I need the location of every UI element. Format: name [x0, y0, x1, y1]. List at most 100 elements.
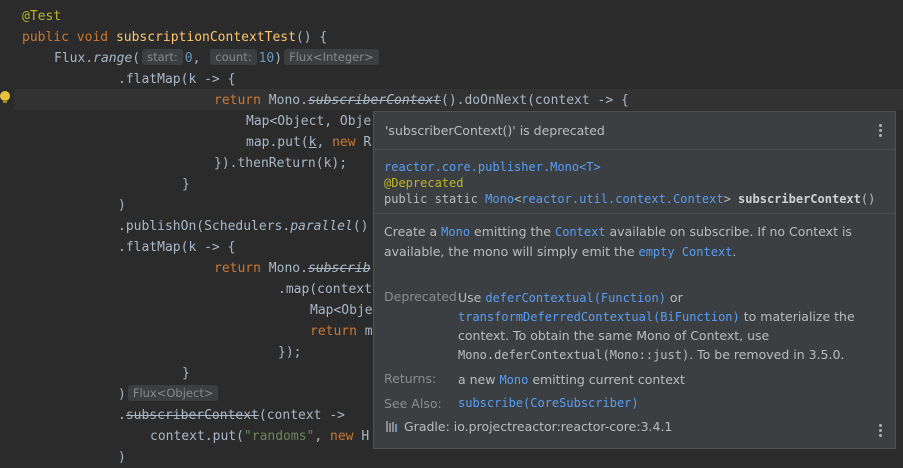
- documentation-popup[interactable]: 'subscriberContext()' is deprecated reac…: [373, 111, 896, 449]
- deprecated-method[interactable]: subscriberContext: [126, 408, 259, 423]
- code-line-22[interactable]: ): [118, 447, 126, 468]
- code-text: ): [274, 51, 283, 66]
- code-line-4[interactable]: .flatMap(k -> {: [118, 69, 235, 90]
- code-text: Flux.: [54, 51, 94, 66]
- desc-mono-link[interactable]: Mono: [441, 225, 470, 239]
- gradle-text: Gradle: io.projectreactor:reactor-core:3…: [404, 419, 673, 434]
- deprecated-line-4: Mono.deferContextual(Mono::just). To be …: [458, 345, 844, 365]
- signature-annotation: @Deprecated: [384, 176, 464, 190]
- code-line-19[interactable]: ) Flux<Object>: [118, 384, 220, 405]
- code-line-13[interactable]: return Mono.subscrib: [214, 258, 371, 279]
- method-range: range: [93, 51, 133, 66]
- returns-label: Returns:: [384, 371, 437, 386]
- code-text: }).thenReturn(k);: [214, 156, 348, 171]
- code-text: map.put(: [246, 135, 309, 150]
- signature-mono-link[interactable]: Mono: [485, 192, 514, 206]
- method-parallel: parallel: [290, 219, 353, 234]
- code-text: Map<Obje: [310, 303, 373, 318]
- code-text: context.put(: [150, 429, 244, 444]
- code-text: H: [353, 429, 370, 444]
- code-text: .: [118, 408, 126, 423]
- code-text: (): [352, 219, 369, 234]
- deprecated-method[interactable]: subscriberContext: [308, 93, 441, 108]
- code-text: ().doOnNext(context -> {: [441, 93, 629, 108]
- lightbulb-icon[interactable]: [0, 91, 10, 103]
- signature-bracket: >: [723, 192, 731, 206]
- popup-title: 'subscriberContext()' is deprecated: [385, 123, 605, 138]
- signature-prefix: public static: [384, 192, 486, 206]
- method-name: subscriptionContextTest: [115, 30, 296, 45]
- code-line-3[interactable]: Flux.range(start: 0, count: 10) Flux<Intege…: [54, 48, 381, 69]
- deprecated-line-2: transformDeferredContextual(BiFunction) …: [458, 307, 855, 327]
- keyword-return: return: [214, 261, 261, 276]
- param-hint-start: start:: [142, 49, 183, 65]
- code-text: ): [118, 450, 126, 465]
- code-text: }: [182, 366, 190, 381]
- code-text: ,: [316, 135, 333, 150]
- code-line-1[interactable]: @Test: [22, 6, 61, 27]
- code-line-14[interactable]: .map(context: [278, 279, 372, 300]
- signature-suffix: (): [860, 192, 876, 206]
- transform-deferred-contextual-link[interactable]: transformDeferredContextual(BiFunction): [458, 310, 740, 324]
- desc-text: Create a: [384, 224, 442, 239]
- more-vertical-icon[interactable]: [879, 424, 883, 438]
- returns-text: a new: [458, 372, 500, 387]
- code-text: });: [278, 345, 302, 360]
- code-line-12[interactable]: .flatMap(k -> {: [118, 237, 235, 258]
- code-line-6[interactable]: Map<Object, Obje: [246, 111, 371, 132]
- desc-empty-context-link[interactable]: empty Context: [638, 245, 732, 259]
- code-text: ): [118, 387, 126, 402]
- deprecated-method[interactable]: subscrib: [308, 261, 371, 276]
- method-signature: reactor.core.publisher.Mono<T> @Deprecat…: [374, 150, 895, 214]
- code-line-18[interactable]: }: [182, 363, 190, 384]
- code-line-10[interactable]: ): [118, 195, 126, 216]
- type-hint: Flux<Integer>: [284, 49, 379, 65]
- returns-text: emitting current context: [528, 372, 685, 387]
- code-line-11[interactable]: .publishOn(Schedulers.parallel(): [118, 216, 368, 237]
- code-text: .publishOn(Schedulers.: [118, 219, 291, 234]
- keyword-return: return: [310, 324, 357, 339]
- returns-mono-link[interactable]: Mono: [499, 373, 528, 387]
- popup-header: 'subscriberContext()' is deprecated: [374, 112, 895, 150]
- code-text: .flatMap(k -> {: [118, 240, 236, 255]
- desc-context-link[interactable]: Context: [555, 225, 606, 239]
- code-line-2[interactable]: public void subscriptionContextTest() {: [22, 27, 327, 48]
- signature-context-link[interactable]: reactor.util.context.Context: [521, 192, 723, 206]
- deprecated-text: to materialize the: [739, 309, 855, 324]
- code-line-21[interactable]: context.put("randoms", new H: [150, 426, 369, 447]
- code-text: () {: [295, 30, 328, 45]
- code-text: Map<Object, Obje: [246, 114, 372, 129]
- signature-class-link[interactable]: reactor.core.publisher.Mono<T>: [384, 160, 601, 174]
- code-text: (: [132, 51, 141, 66]
- code-line-16[interactable]: return m: [310, 321, 373, 342]
- code-text: .flatMap(k -> {: [118, 72, 236, 87]
- number-literal: 0: [184, 51, 193, 66]
- defer-contextual-link[interactable]: deferContextual(Function): [485, 291, 666, 305]
- type-hint: Flux<Object>: [127, 385, 219, 401]
- desc-text: emitting the: [470, 224, 555, 239]
- desc-text: .: [732, 244, 737, 259]
- method-description: Create a Mono emitting the Context avail…: [384, 222, 864, 262]
- code-line-7[interactable]: map.put(k, new R: [246, 132, 371, 153]
- code-line-8[interactable]: }).thenReturn(k);: [214, 153, 347, 174]
- code-line-9[interactable]: }: [182, 174, 190, 195]
- code-text: (context ->: [258, 408, 345, 423]
- annotation-test: @Test: [22, 9, 62, 24]
- deprecated-text: Use: [458, 290, 486, 305]
- code-line-5[interactable]: return Mono.subscriberContext().doOnNext…: [214, 90, 629, 111]
- more-vertical-icon[interactable]: [879, 124, 883, 138]
- keyword-return: return: [214, 93, 261, 108]
- deprecated-text: . To be removed in 3.5.0.: [689, 347, 845, 362]
- code-line-20[interactable]: .subscriberContext(context ->: [118, 405, 345, 426]
- subscribe-link[interactable]: subscribe(CoreSubscriber): [458, 396, 639, 410]
- returns-value: a new Mono emitting current context: [458, 370, 685, 390]
- code-text: .map(context: [278, 282, 372, 297]
- keyword-public: public: [22, 30, 69, 45]
- code-line-17[interactable]: });: [278, 342, 301, 363]
- code-text: ,: [314, 429, 331, 444]
- code-line-15[interactable]: Map<Obje: [310, 300, 373, 321]
- gradle-library-info: Gradle: io.projectreactor:reactor-core:3…: [386, 419, 672, 434]
- gradle-library-icon: [386, 421, 397, 432]
- param-hint-count: count:: [210, 49, 257, 65]
- code-text: Mono.: [260, 261, 308, 276]
